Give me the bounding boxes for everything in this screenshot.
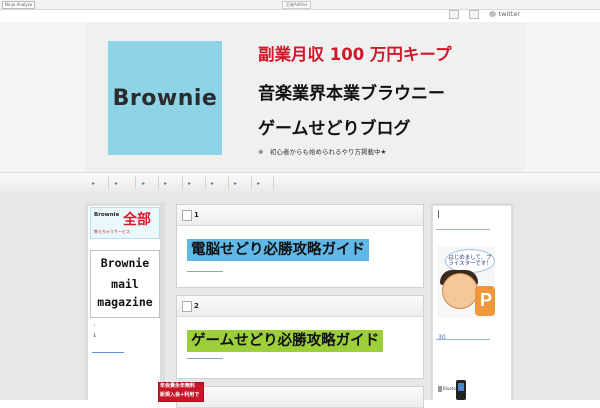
site-logo[interactable]: Brownie xyxy=(108,41,222,155)
logo-text: Brownie xyxy=(112,85,218,111)
nav-separator xyxy=(158,176,159,190)
header-tagline: ※ 初心者からも始められるやり方掲載中★ xyxy=(258,148,387,156)
mail-magazine-banner[interactable]: Brownie mail magazine xyxy=(90,250,160,318)
bluetooth-icon xyxy=(438,386,442,392)
nav-separator xyxy=(205,176,206,190)
nav-item-8[interactable]: ▸ xyxy=(257,180,260,187)
post-card-1: 1 電脳せどり必勝攻略ガイド xyxy=(176,204,424,288)
post-card-2: 2 ゲームせどり必勝攻略ガイド xyxy=(176,295,424,379)
header-toolbar: twitter xyxy=(448,7,520,21)
post-header-3 xyxy=(177,387,423,408)
promo-line-1: 年会費永年無料 xyxy=(160,383,196,389)
nav-item-5[interactable]: ▸ xyxy=(188,180,191,187)
mail-icon[interactable] xyxy=(468,9,479,19)
post-header-1: 1 xyxy=(177,205,423,226)
ad-badge[interactable]: 忍者AdMax xyxy=(282,1,312,9)
service-banner-brand: Brownie xyxy=(94,212,120,218)
nav-separator xyxy=(228,176,229,190)
headline-income: 副業月収 100 万円キープ xyxy=(258,45,452,64)
post-header-2: 2 xyxy=(177,296,423,317)
nav-separator xyxy=(108,176,109,190)
text-cursor xyxy=(438,210,439,218)
nav-item-4[interactable]: ▸ xyxy=(164,180,167,187)
profile-illustration[interactable]: はじめまして、ブライスターです！ P xyxy=(437,246,495,318)
nav-separator xyxy=(251,176,252,190)
nav-item-7[interactable]: ▸ xyxy=(234,180,237,187)
nav-item-3[interactable]: ▸ xyxy=(142,180,145,187)
twitter-link[interactable]: twitter xyxy=(488,10,520,18)
device-screen xyxy=(458,383,464,391)
nav-item-1[interactable]: ▸ xyxy=(92,180,95,187)
badge-letter: P xyxy=(480,290,493,310)
right-sidebar-divider-2 xyxy=(436,339,490,340)
service-banner[interactable]: Brownie 全部 教えちゃうサービス xyxy=(90,207,160,239)
post-title-2[interactable]: ゲームせどり必勝攻略ガイド xyxy=(187,330,384,352)
twitter-icon xyxy=(488,11,496,17)
sidebar-down-arrow: ↓ xyxy=(92,332,98,339)
post-link-underline-1[interactable] xyxy=(187,271,223,272)
nav-separator xyxy=(273,176,274,190)
post-link-underline-2[interactable] xyxy=(187,358,223,359)
right-sidebar-divider xyxy=(436,229,490,230)
nav-separator xyxy=(182,176,183,190)
mail-banner-line-3: magazine xyxy=(97,295,153,309)
promo-line-2: 新規入会+利用で xyxy=(160,392,200,398)
nav-item-2[interactable]: ▸ xyxy=(115,180,118,187)
post-title-1[interactable]: 電脳せどり必勝攻略ガイド xyxy=(187,239,369,261)
mail-banner-line-1: Brownie xyxy=(100,256,150,270)
twitter-label: twitter xyxy=(498,10,520,18)
headline-blog-title[interactable]: ゲームせどりブログ xyxy=(258,114,411,139)
post-bookmark-icon xyxy=(182,301,192,312)
character-face xyxy=(442,273,478,309)
rss-icon[interactable] xyxy=(448,9,459,19)
speech-bubble-text: はじめまして、ブライスターです！ xyxy=(448,254,492,268)
nav-separator xyxy=(135,176,136,190)
sidebar-bullet: ・ xyxy=(92,323,98,329)
sidebar-link-underline[interactable] xyxy=(92,352,124,353)
headline-profile: 音楽業界本業ブラウニー xyxy=(258,84,445,104)
post-number-2: 2 xyxy=(194,302,199,310)
post-bookmark-icon xyxy=(182,210,192,221)
mail-banner-line-2: mail xyxy=(111,277,139,291)
nav-bar: ▸ ▸ ▸ ▸ ▸ ▸ ▸ ▸ xyxy=(0,172,600,194)
post-number-1: 1 xyxy=(194,211,199,219)
analytics-badge[interactable]: Ninja Analyze xyxy=(2,1,36,9)
nav-item-6[interactable]: ▸ xyxy=(211,180,214,187)
post-card-3 xyxy=(176,386,424,408)
service-banner-title: 全部 xyxy=(123,212,151,228)
service-banner-subtitle: 教えちゃうサービス xyxy=(94,229,130,234)
